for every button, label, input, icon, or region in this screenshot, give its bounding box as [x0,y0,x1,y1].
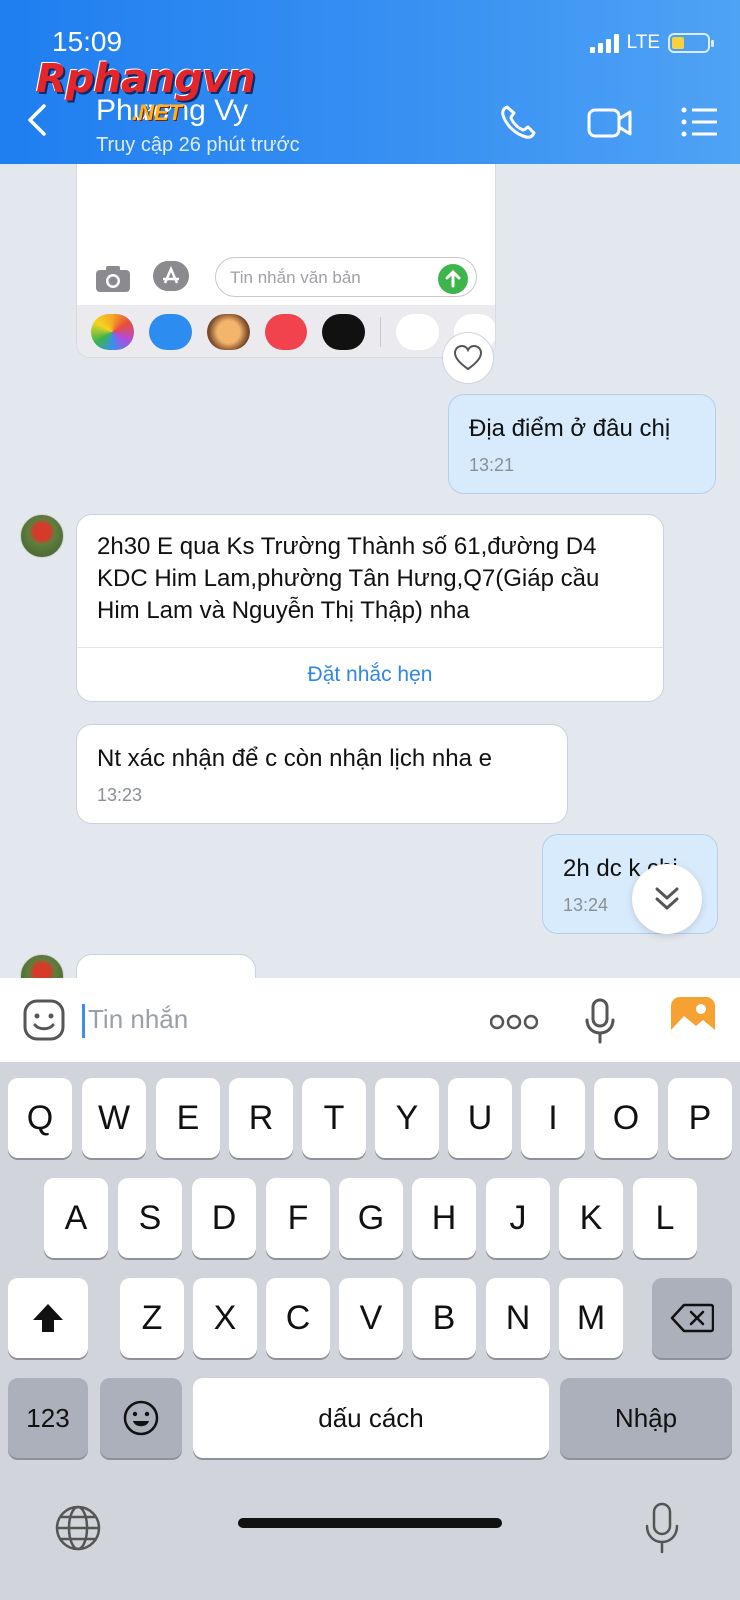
key-j[interactable]: J [486,1178,550,1258]
key-v[interactable]: V [339,1278,403,1358]
contact-avatar[interactable] [20,954,64,978]
back-icon [28,104,46,136]
imessage-text-field: Tin nhắn văn bản [215,257,477,297]
key-c[interactable]: C [266,1278,330,1358]
key-f[interactable]: F [266,1178,330,1258]
emoji-icon [123,1400,159,1436]
status-time: 15:09 [52,26,123,57]
last-seen-status: Truy cập 26 phút trước [96,134,300,156]
imessage-app-bar [77,305,495,357]
menu-icon [681,107,717,137]
video-icon [587,108,632,138]
microphone-icon[interactable] [584,998,616,1044]
backspace-key[interactable] [652,1278,732,1358]
numbers-key[interactable]: 123 [8,1378,88,1458]
message-time: 13:23 [97,785,143,805]
message-input[interactable]: Tin nhắn [88,1004,188,1035]
battery-icon [668,33,714,53]
key-y[interactable]: Y [375,1078,439,1158]
photos-app-icon [91,314,134,350]
emoji-key[interactable] [100,1378,182,1458]
key-n[interactable]: N [486,1278,550,1358]
key-h[interactable]: H [412,1178,476,1258]
image-screenshot: Tin nhắn văn bản [77,164,495,297]
key-z[interactable]: Z [120,1278,184,1358]
dictation-mic-icon[interactable] [644,1502,680,1554]
options-button[interactable] [680,102,720,142]
heart-icon [454,345,482,371]
key-r[interactable]: R [229,1078,293,1158]
chat-header: 15:09 LTE Phương Vy Truy cập 26 phút trư… [0,0,740,164]
globe-icon[interactable] [54,1504,102,1552]
message-text: Nt xác nhận để c còn nhận lịch nha e [97,745,492,772]
key-q[interactable]: Q [8,1078,72,1158]
camera-icon [96,266,130,292]
key-o[interactable]: O [594,1078,658,1158]
message-composer: Tin nhắn [0,978,740,1062]
key-g[interactable]: G [339,1178,403,1258]
key-d[interactable]: D [192,1178,256,1258]
react-heart-button[interactable] [442,332,494,384]
backspace-icon [670,1303,714,1333]
key-t[interactable]: T [302,1078,366,1158]
key-a[interactable]: A [44,1178,108,1258]
contact-avatar[interactable] [20,514,64,558]
message-list[interactable]: Tin nhắn văn bản Địa điểm ở đâu chị 13:2… [0,164,740,978]
watermark-sub: .NET [132,100,183,125]
key-e[interactable]: E [156,1078,220,1158]
text-caret [82,1004,85,1038]
message-bubble-outgoing[interactable]: Địa điểm ở đâu chị 13:21 [448,394,716,494]
message-bubble-incoming[interactable]: Nt xác nhận để c còn nhận lịch nha e 13:… [76,724,568,824]
key-p[interactable]: P [668,1078,732,1158]
key-s[interactable]: S [118,1178,182,1258]
key-i[interactable]: I [521,1078,585,1158]
key-b[interactable]: B [412,1278,476,1358]
signal-icon [589,33,619,53]
enter-key[interactable]: Nhập [560,1378,732,1458]
send-arrow-icon [438,264,468,294]
space-key[interactable]: dấu cách [193,1378,549,1458]
double-chevron-down-icon [655,887,679,910]
digital-touch-app-icon [322,314,366,350]
back-button[interactable] [22,100,52,140]
image-message[interactable]: Tin nhắn văn bản [76,164,496,358]
app-store-icon [153,261,189,291]
key-w[interactable]: W [82,1078,146,1158]
phone-icon [501,105,536,139]
watermark-logo: Rphangvn .NET [36,56,256,125]
maps-app-icon [396,314,440,350]
more-dots-icon[interactable] [490,1014,538,1030]
image-picker-icon[interactable] [670,996,716,1040]
key-m[interactable]: M [559,1278,623,1358]
key-u[interactable]: U [448,1078,512,1158]
message-bubble-incoming[interactable]: 2h30 E qua Ks Trường Thành số 61,đường D… [76,514,664,702]
scroll-to-bottom-button[interactable] [632,864,702,934]
music-app-icon [264,314,308,350]
sticker-icon[interactable] [22,998,66,1042]
message-time: 13:21 [469,455,515,475]
key-x[interactable]: X [193,1278,257,1358]
shift-arrow-icon [33,1304,63,1332]
message-text: 2h30 E qua Ks Trường Thành số 61,đường D… [97,533,600,624]
app-store-app-icon [148,314,192,350]
message-bubble-incoming[interactable] [76,954,256,978]
video-call-button[interactable] [586,102,634,142]
shift-key[interactable] [8,1278,88,1358]
call-button[interactable] [498,102,540,142]
set-reminder-button[interactable]: Đặt nhắc hẹn [77,647,663,701]
message-text: Địa điểm ở đâu chị [469,415,671,442]
key-l[interactable]: L [633,1178,697,1258]
memoji-app-icon [206,314,250,350]
status-indicators: LTE [589,32,714,54]
key-k[interactable]: K [559,1178,623,1258]
network-label: LTE [626,32,660,53]
watermark-main: Rphangvn [36,56,256,102]
home-indicator[interactable] [238,1518,502,1528]
